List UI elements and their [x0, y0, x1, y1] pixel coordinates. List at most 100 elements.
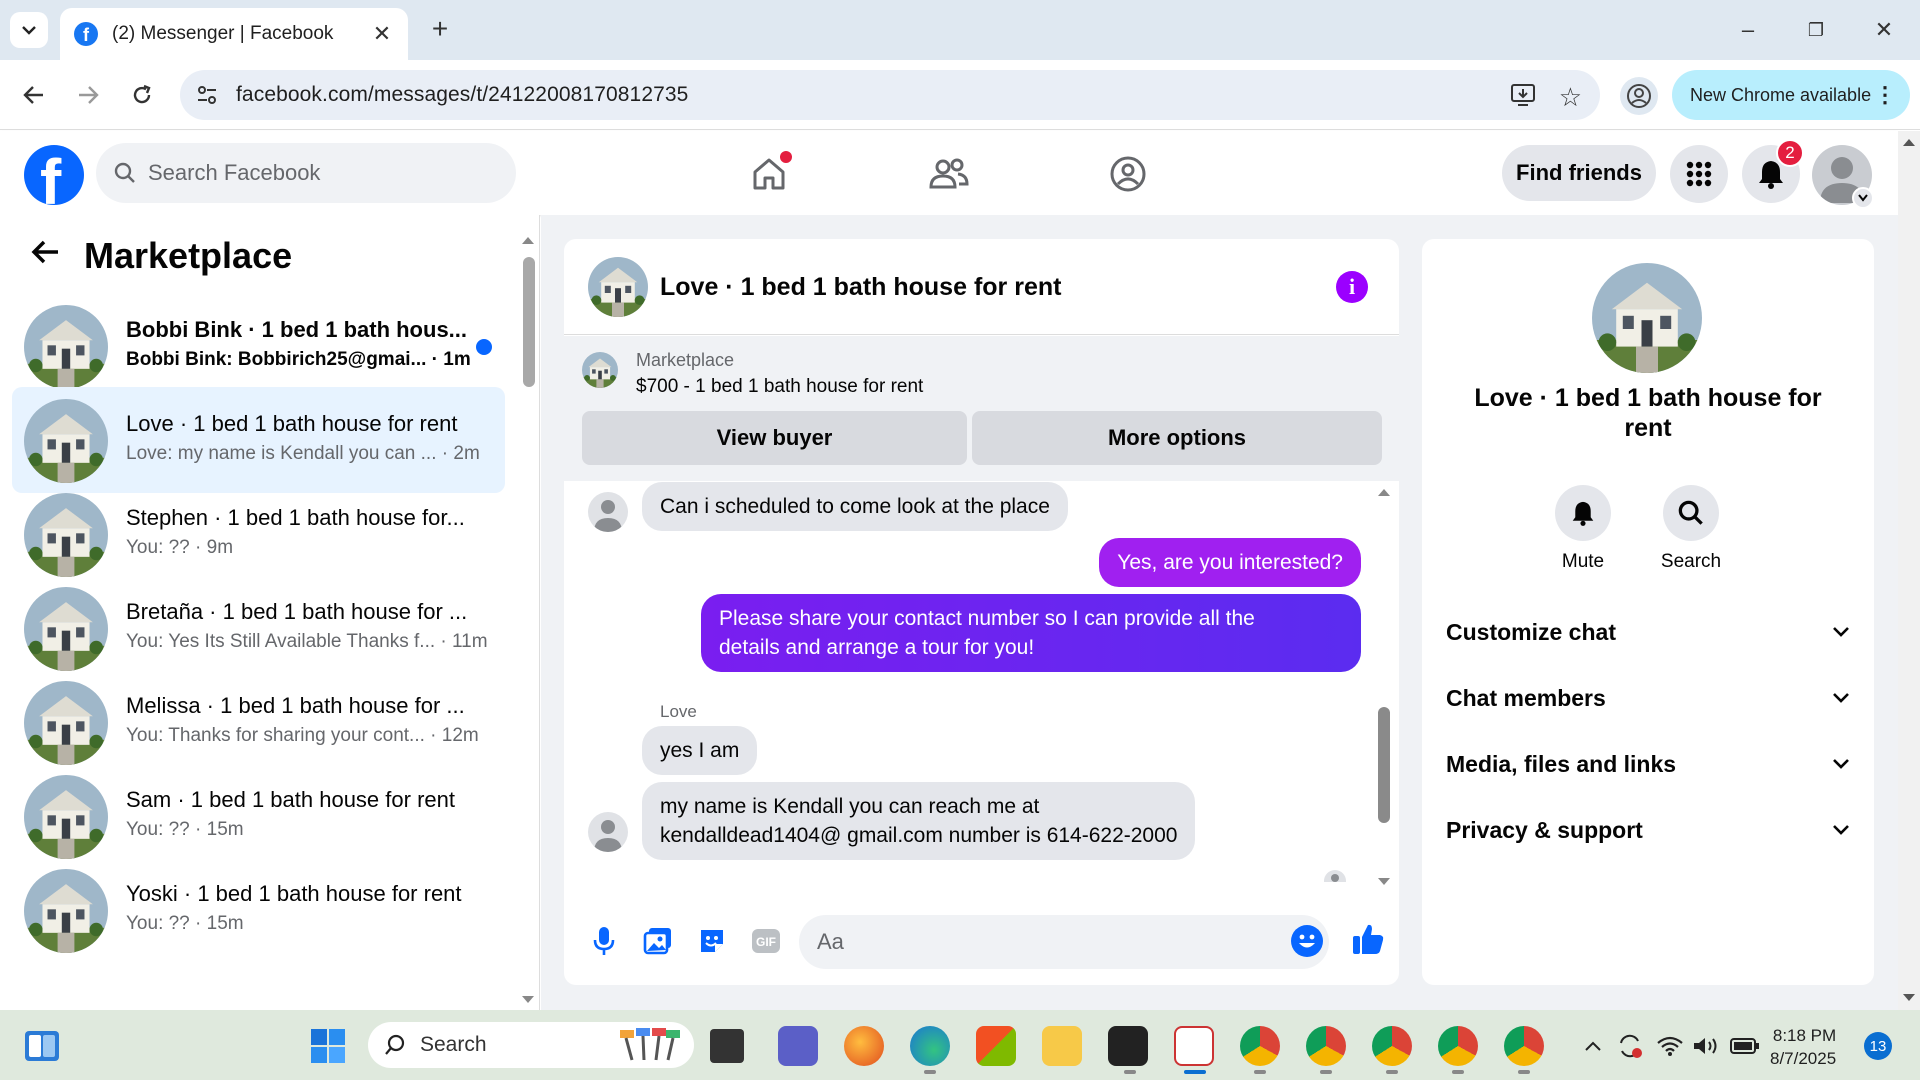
tab-search-button[interactable]: [10, 12, 48, 48]
conversation-item[interactable]: Bretaña · 1 bed 1 bath house for ... You:…: [12, 575, 505, 681]
scroll-down-arrow-icon[interactable]: [521, 995, 535, 1005]
chat-avatar[interactable]: [588, 257, 648, 317]
conversation-item[interactable]: Love · 1 bed 1 bath house for rent Love: …: [12, 387, 505, 493]
info-avatar[interactable]: [1592, 263, 1702, 373]
reload-button[interactable]: [124, 77, 160, 113]
back-arrow-icon[interactable]: [30, 239, 60, 265]
taskbar-search[interactable]: Search: [368, 1022, 694, 1068]
conversation-title: Bretaña · 1 bed 1 bath house for ...: [126, 599, 466, 624]
emoji-icon[interactable]: [1291, 925, 1323, 957]
browser-tab-active[interactable]: f (2) Messenger | Facebook ✕: [60, 8, 408, 60]
chrome-profile-button[interactable]: [1620, 77, 1658, 115]
customize-chat-row[interactable]: Customize chat: [1446, 607, 1850, 657]
conversation-item[interactable]: Sam · 1 bed 1 bath house for rent You: ??…: [12, 763, 505, 869]
conversation-item[interactable]: Bobbi Bink · 1 bed 1 bath hous... Bobbi B…: [12, 293, 505, 399]
chat-title[interactable]: Love · 1 bed 1 bath house for rent: [660, 273, 1061, 302]
chrome-profile-icon[interactable]: [1438, 1026, 1478, 1066]
incoming-message[interactable]: yes I am: [642, 726, 758, 775]
taskbar-search-label: Search: [420, 1033, 487, 1056]
menu-grid-button[interactable]: [1670, 145, 1728, 203]
outgoing-message[interactable]: Yes, are you interested?: [1099, 538, 1361, 587]
bell-icon: [1555, 485, 1611, 541]
gif-icon[interactable]: GIF: [748, 923, 784, 959]
mute-label: Mute: [1561, 551, 1605, 572]
windows-start-icon[interactable]: [310, 1028, 346, 1064]
incoming-message[interactable]: Can i scheduled to come look at the plac…: [642, 482, 1068, 531]
minimize-button[interactable]: –: [1728, 12, 1768, 48]
nav-home[interactable]: [744, 149, 794, 199]
forward-button[interactable]: [70, 77, 106, 113]
search-action[interactable]: Search: [1646, 485, 1736, 573]
teams-icon[interactable]: [778, 1026, 818, 1066]
url-text[interactable]: facebook.com/messages/t/2412200817081273…: [236, 83, 688, 107]
reload-icon: [133, 84, 151, 104]
new-tab-button[interactable]: +: [424, 14, 456, 46]
store-icon[interactable]: [976, 1026, 1016, 1066]
incoming-message[interactable]: my name is Kendall you can reach me at k…: [642, 782, 1196, 860]
page-scrollbar[interactable]: [1898, 131, 1920, 1010]
conversation-thumbnail: [24, 681, 108, 765]
restore-button[interactable]: ❐: [1796, 12, 1836, 48]
install-app-icon[interactable]: [1510, 83, 1536, 107]
outgoing-message[interactable]: Please share your contact number so I ca…: [701, 594, 1361, 672]
battery-icon[interactable]: [1730, 1037, 1760, 1055]
address-bar[interactable]: facebook.com/messages/t/2412200817081273…: [180, 70, 1600, 120]
sticky-notes-icon[interactable]: [1108, 1026, 1148, 1066]
volume-icon[interactable]: [1692, 1035, 1720, 1057]
media-files-links-row[interactable]: Media, files and links: [1446, 739, 1850, 789]
chrome-profile-icon[interactable]: [1504, 1026, 1544, 1066]
find-friends-button[interactable]: Find friends: [1502, 145, 1656, 201]
task-view-icon[interactable]: [710, 1029, 744, 1063]
notification-center-badge[interactable]: 13: [1864, 1032, 1892, 1060]
account-chevron-down-icon[interactable]: [1852, 187, 1874, 209]
chat-members-row[interactable]: Chat members: [1446, 673, 1850, 723]
listing-thumbnail[interactable]: [582, 352, 618, 388]
chevron-down-icon: [1833, 825, 1849, 835]
facebook-logo[interactable]: f: [24, 145, 84, 205]
conversation-thumbnail: [24, 775, 108, 859]
tab-close-icon[interactable]: ✕: [370, 21, 394, 47]
nav-friends[interactable]: [924, 149, 974, 199]
sync-icon[interactable]: [1616, 1033, 1644, 1059]
back-button[interactable]: [16, 77, 52, 113]
thumbs-up-icon[interactable]: [1350, 921, 1386, 957]
new-chrome-available-button[interactable]: New Chrome available ⋮: [1672, 70, 1910, 120]
more-options-button[interactable]: More options: [972, 411, 1382, 465]
wifi-icon[interactable]: [1656, 1035, 1684, 1057]
close-window-button[interactable]: ✕: [1864, 12, 1904, 48]
conversation-preview: You: ?? · 9m: [126, 537, 234, 558]
photo-icon[interactable]: [640, 923, 676, 959]
conversation-item[interactable]: Melissa · 1 bed 1 bath house for ... You:…: [12, 669, 505, 775]
file-explorer-icon[interactable]: [1042, 1026, 1082, 1066]
facebook-search-input[interactable]: Search Facebook: [96, 143, 516, 203]
message-input[interactable]: Aa: [799, 915, 1329, 969]
system-clock[interactable]: 8:18 PM 8/7/2025: [1770, 1024, 1836, 1070]
mute-action[interactable]: Mute: [1538, 485, 1628, 573]
edge-icon[interactable]: [910, 1026, 950, 1066]
chevron-up-icon[interactable]: [1584, 1040, 1602, 1052]
message-line: details and arrange a tour for you!: [719, 636, 1035, 659]
sticker-icon[interactable]: [694, 923, 730, 959]
bookmark-star-icon[interactable]: ☆: [1559, 82, 1582, 113]
nav-groups[interactable]: [1103, 149, 1153, 199]
view-buyer-button[interactable]: View buyer: [582, 411, 967, 465]
listing-description[interactable]: $700 - 1 bed 1 bath house for rent: [636, 376, 923, 398]
more-vert-icon[interactable]: ⋮: [1874, 82, 1896, 108]
chrome-profile-icon[interactable]: [1372, 1026, 1412, 1066]
microphone-icon[interactable]: [586, 923, 622, 959]
conversation-item[interactable]: Yoski · 1 bed 1 bath house for rent You: …: [12, 857, 505, 963]
notifications-button[interactable]: 2: [1742, 139, 1804, 203]
privacy-support-row[interactable]: Privacy & support: [1446, 805, 1850, 855]
list-scrollbar[interactable]: [521, 235, 535, 935]
sender-avatar[interactable]: [588, 812, 628, 852]
firefox-icon[interactable]: [844, 1026, 884, 1066]
thread-scrollbar[interactable]: [1376, 487, 1392, 887]
site-info-icon[interactable]: [196, 84, 218, 106]
snipping-tool-icon[interactable]: [1174, 1026, 1214, 1066]
conversation-item[interactable]: Stephen · 1 bed 1 bath house for... You: …: [12, 481, 505, 587]
chrome-icon[interactable]: [1240, 1026, 1280, 1066]
sender-avatar[interactable]: [588, 492, 628, 532]
chrome-profile-icon[interactable]: [1306, 1026, 1346, 1066]
conversation-info-icon[interactable]: i: [1336, 271, 1368, 303]
widgets-icon[interactable]: [24, 1030, 60, 1062]
